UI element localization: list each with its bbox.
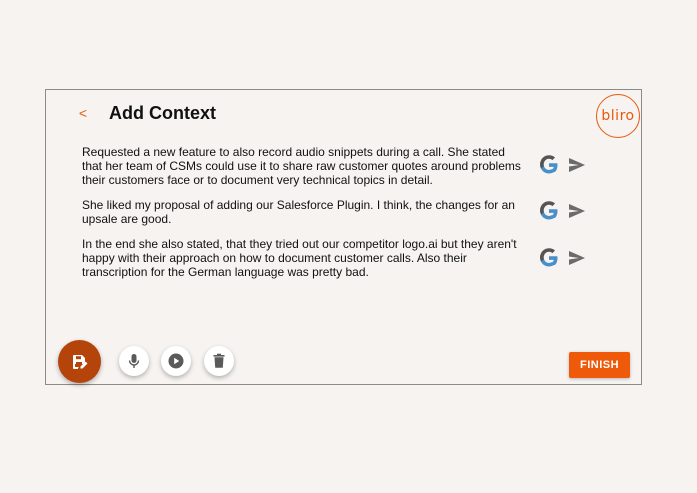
send-icon[interactable] — [568, 250, 586, 266]
microphone-icon — [128, 354, 140, 368]
save-note-button[interactable] — [58, 340, 101, 383]
play-icon — [168, 353, 184, 369]
bliro-logo: bliro — [596, 94, 640, 138]
record-button[interactable] — [119, 346, 149, 376]
page-title: Add Context — [109, 103, 216, 123]
context-entry-text: Requested a new feature to also record a… — [82, 145, 521, 187]
google-icon[interactable] — [538, 246, 560, 270]
send-icon[interactable] — [568, 203, 586, 219]
send-icon[interactable] — [568, 157, 586, 173]
back-button[interactable]: < — [76, 104, 90, 122]
context-entry-actions — [538, 153, 590, 177]
context-entry-text: She liked my proposal of adding our Sale… — [82, 198, 515, 226]
google-icon[interactable] — [538, 153, 560, 177]
finish-button[interactable]: FINISH — [569, 352, 630, 378]
save-edit-icon — [72, 354, 87, 369]
google-icon[interactable] — [538, 199, 560, 223]
delete-button[interactable] — [204, 346, 234, 376]
trash-icon — [213, 353, 225, 368]
add-context-panel: < Add Context bliro Requested a new feat… — [45, 89, 642, 385]
context-entry-actions — [538, 246, 590, 270]
play-button[interactable] — [161, 346, 191, 376]
context-entry-actions — [538, 199, 590, 223]
context-entry-text: In the end she also stated, that they tr… — [82, 237, 517, 279]
